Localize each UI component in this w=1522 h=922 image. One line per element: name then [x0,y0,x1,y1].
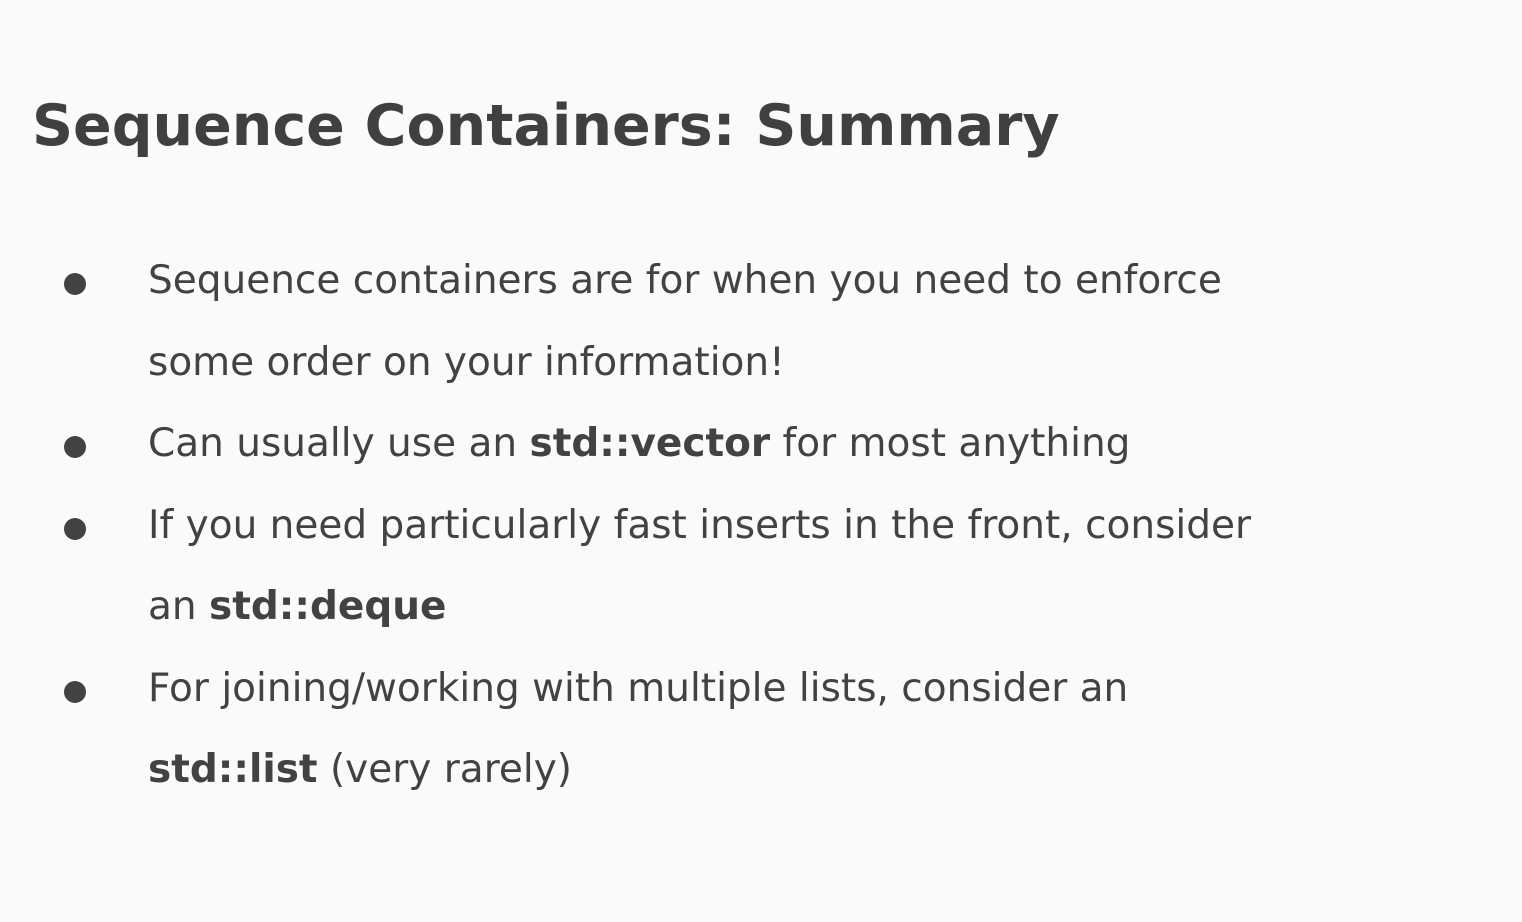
bullet-item: Can usually use an std::vector for most … [0,403,1368,485]
bullet-text: an [148,584,210,629]
bullet-text: Sequence containers are for when you nee… [148,258,1222,303]
bullet-item: For joining/working with multiple lists,… [0,648,1368,811]
bullet-dot-icon [64,436,86,458]
bullet-line: an std::deque [148,566,1368,648]
bullet-item: If you need particularly fast inserts in… [0,485,1368,648]
bullet-line: If you need particularly fast inserts in… [148,485,1368,567]
code-term: std::deque [209,584,447,629]
bullet-text: If you need particularly fast inserts in… [148,502,1252,548]
bullet-line: For joining/working with multiple lists,… [148,648,1368,730]
bullet-line: Can usually use an std::vector for most … [148,403,1368,485]
bullet-dot-icon [64,680,86,703]
bullet-list: Sequence containers are for when you nee… [0,240,1522,811]
bullet-dot-icon [64,273,86,295]
slide: Sequence Containers: Summary Sequence co… [0,0,1522,922]
bullet-dot-icon [64,517,86,540]
bullet-line: Sequence containers are for when you nee… [148,240,1368,322]
bullet-line: some order on your information! [148,322,1368,404]
bullet-text: for most anything [770,421,1131,466]
bullet-line: std::list (very rarely) [148,729,1368,811]
bullet-text: For joining/working with multiple lists,… [148,665,1129,711]
code-term: std::vector [529,421,771,466]
slide-title: Sequence Containers: Summary [32,93,1060,159]
bullet-text: (very rarely) [317,747,572,792]
bullet-item: Sequence containers are for when you nee… [0,240,1368,403]
bullet-text: Can usually use an [148,421,530,466]
bullet-text: some order on your information! [148,339,785,385]
code-term: std::list [148,747,318,792]
